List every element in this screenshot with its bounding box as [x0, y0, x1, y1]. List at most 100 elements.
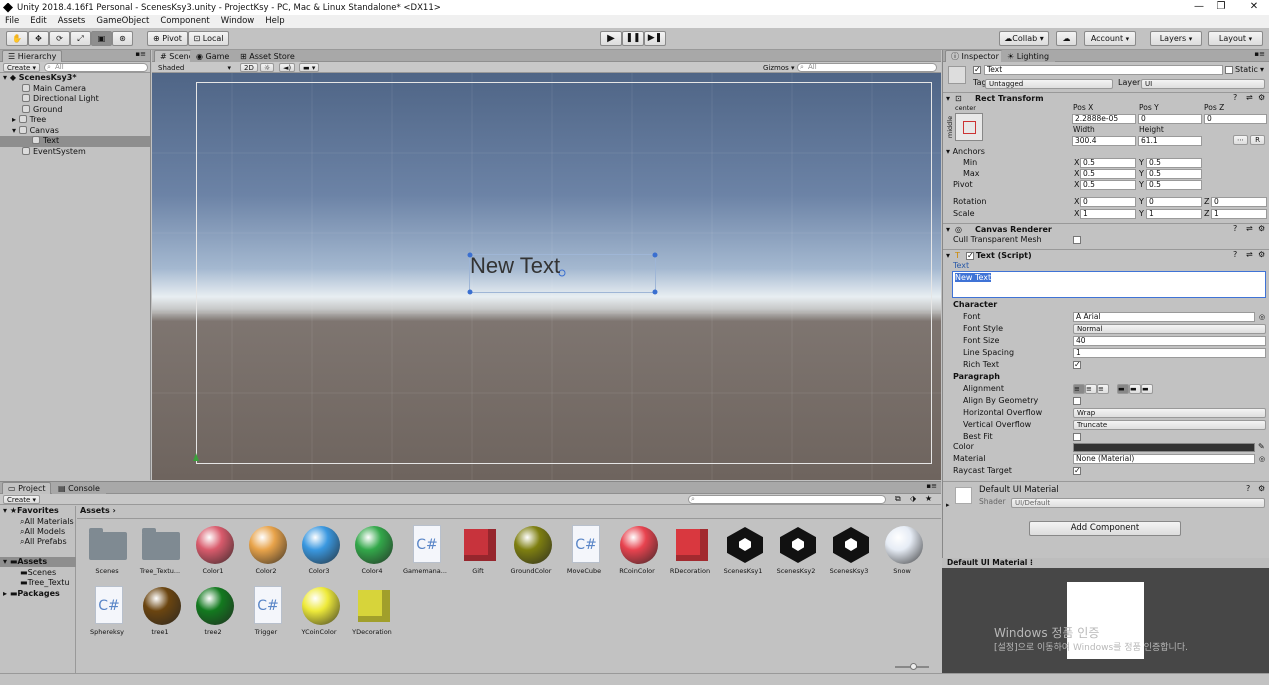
best-fit-checkbox[interactable]: [1073, 433, 1081, 441]
cull-mesh-checkbox[interactable]: [1073, 236, 1081, 244]
font-style-dropdown[interactable]: Normal: [1073, 324, 1266, 334]
asset-item-rcoincolor[interactable]: RCoinColor: [612, 524, 662, 578]
asset-item-color4[interactable]: Color4: [347, 524, 397, 578]
zoom-slider-thumb[interactable]: [910, 663, 917, 670]
hierarchy-item-main-camera[interactable]: Main Camera: [0, 83, 150, 95]
filter-type-icon[interactable]: ⧉: [895, 494, 901, 504]
chevron-down-icon[interactable]: ▾: [1260, 65, 1264, 75]
asset-item-scenesksy2[interactable]: ScenesKsy2: [771, 524, 821, 578]
tab-lighting[interactable]: ☀ Lighting: [1001, 50, 1056, 62]
audio-toggle[interactable]: ◄): [279, 63, 296, 72]
align-top-button[interactable]: ▬: [1117, 384, 1129, 394]
anchors-max-y-field[interactable]: 0.5: [1146, 169, 1202, 179]
text-enabled-checkbox[interactable]: ✓: [966, 252, 974, 260]
menu-assets[interactable]: Assets: [53, 15, 92, 28]
menu-help[interactable]: Help: [260, 15, 290, 28]
scale-z-field[interactable]: 1: [1211, 209, 1267, 219]
help-icon[interactable]: ?: [1233, 93, 1237, 103]
maximize-button[interactable]: ❐: [1207, 0, 1235, 15]
scene-search-input[interactable]: ⌕ All: [797, 63, 937, 72]
anchors-max-x-field[interactable]: 0.5: [1080, 169, 1136, 179]
asset-item-color1[interactable]: Color1: [188, 524, 238, 578]
asset-item-tree1[interactable]: tree1: [135, 585, 185, 639]
asset-item-sphereksy[interactable]: C# Sphereksy: [82, 585, 132, 639]
color-swatch[interactable]: [1073, 443, 1255, 452]
asset-item-scenes[interactable]: Scenes: [82, 524, 132, 578]
tab-hierarchy[interactable]: ☰ Hierarchy: [2, 50, 63, 62]
tab-game[interactable]: ◉ Game: [190, 50, 236, 62]
pivot-x-field[interactable]: 0.5: [1080, 180, 1136, 190]
eyedropper-icon[interactable]: ✎: [1258, 442, 1265, 452]
object-picker-icon[interactable]: ◎: [1259, 454, 1265, 464]
posz-field[interactable]: 0: [1204, 114, 1267, 124]
asset-item-scenesksy3[interactable]: ScenesKsy3: [824, 524, 874, 578]
layout-dropdown[interactable]: Layout ▾: [1208, 31, 1263, 46]
hierarchy-item-tree[interactable]: ▸ Tree: [0, 115, 150, 126]
gear-icon[interactable]: ⚙: [1258, 224, 1265, 234]
posy-field[interactable]: 0: [1138, 114, 1202, 124]
hierarchy-item-ground[interactable]: Ground: [0, 104, 150, 116]
favorites-header[interactable]: ▾ ★Favorites: [3, 506, 59, 516]
asset-item-color2[interactable]: Color2: [241, 524, 291, 578]
preview-header[interactable]: Default UI Material ⁝: [942, 558, 1269, 568]
project-create-dropdown[interactable]: Create ▾: [3, 495, 41, 504]
anchors-min-x-field[interactable]: 0.5: [1080, 158, 1136, 168]
scale-y-field[interactable]: 1: [1146, 209, 1202, 219]
blueprint-button[interactable]: ⋯: [1233, 135, 1248, 145]
layers-dropdown[interactable]: Layers ▾: [1150, 31, 1202, 46]
panel-menu-icon[interactable]: ▪≡: [1254, 50, 1265, 58]
gear-icon[interactable]: ⚙: [1258, 93, 1265, 103]
assets-tree-header[interactable]: ▾ ▬Assets: [0, 557, 76, 567]
gear-icon[interactable]: ⚙: [1258, 250, 1265, 260]
tab-console[interactable]: ▤ Console: [52, 482, 106, 494]
assets-tree-item[interactable]: ▬Scenes: [20, 568, 56, 578]
pause-button[interactable]: ❚❚: [622, 31, 644, 46]
gear-icon[interactable]: ⚙: [1258, 484, 1265, 494]
preset-icon[interactable]: ⇌: [1246, 93, 1253, 103]
asset-item-snow[interactable]: Snow: [877, 524, 927, 578]
lighting-toggle[interactable]: ☼: [260, 63, 275, 72]
asset-item-movecube[interactable]: C# MoveCube: [559, 524, 609, 578]
asset-item-tree2[interactable]: tree2: [188, 585, 238, 639]
asset-item-groundcolor[interactable]: GroundColor: [506, 524, 556, 578]
align-left-button[interactable]: ≡: [1073, 384, 1085, 394]
align-center-button[interactable]: ≡: [1085, 384, 1097, 394]
horizontal-overflow-dropdown[interactable]: Wrap: [1073, 408, 1266, 418]
raycast-target-checkbox[interactable]: ✓: [1073, 467, 1081, 475]
move-tool-button[interactable]: ✥: [28, 31, 49, 46]
rotate-tool-button[interactable]: ⟳: [49, 31, 70, 46]
anchors-min-y-field[interactable]: 0.5: [1146, 158, 1202, 168]
project-search-input[interactable]: ⌕: [688, 495, 886, 504]
shader-dropdown[interactable]: UI/Default: [1011, 498, 1265, 508]
menu-gameobject[interactable]: GameObject: [91, 15, 155, 28]
account-dropdown[interactable]: Account ▾: [1084, 31, 1136, 46]
font-field[interactable]: A Arial: [1073, 312, 1255, 322]
menu-file[interactable]: File: [0, 15, 25, 28]
align-geometry-checkbox[interactable]: [1073, 397, 1081, 405]
scene-viewport[interactable]: New Text: [152, 73, 941, 480]
favorite-item[interactable]: ⌕All Materials: [20, 517, 74, 527]
pivot-y-field[interactable]: 0.5: [1146, 180, 1202, 190]
active-checkbox[interactable]: ✓: [973, 66, 981, 74]
scale-tool-button[interactable]: ⤢: [70, 31, 91, 46]
asset-item-ycoincolor[interactable]: YCoinColor: [294, 585, 344, 639]
align-middle-button[interactable]: ▬: [1129, 384, 1141, 394]
raw-edit-button[interactable]: R: [1250, 135, 1265, 145]
vertical-overflow-dropdown[interactable]: Truncate: [1073, 420, 1266, 430]
hierarchy-create-dropdown[interactable]: Create ▾: [3, 63, 41, 72]
local-toggle[interactable]: ⊡ Local: [188, 31, 229, 46]
assets-tree-item[interactable]: ▬Tree_Textu: [20, 578, 69, 588]
asset-item-gamemana-[interactable]: C# Gamemana...: [400, 524, 450, 578]
asset-item-gift[interactable]: Gift: [453, 524, 503, 578]
rect-tool-button[interactable]: ▣: [91, 31, 112, 46]
filter-label-icon[interactable]: ⬗: [910, 494, 916, 503]
line-spacing-field[interactable]: 1: [1073, 348, 1266, 358]
rotation-x-field[interactable]: 0: [1080, 197, 1136, 207]
rotation-y-field[interactable]: 0: [1146, 197, 1202, 207]
canvas-renderer-header[interactable]: ▾ ◎ Canvas Renderer ? ⇌ ⚙: [943, 223, 1269, 235]
scene-text-object[interactable]: New Text: [470, 253, 560, 279]
hand-tool-button[interactable]: ✋: [6, 31, 28, 46]
preset-icon[interactable]: ⇌: [1246, 250, 1253, 260]
zoom-slider[interactable]: [895, 663, 929, 670]
rotation-z-field[interactable]: 0: [1211, 197, 1267, 207]
